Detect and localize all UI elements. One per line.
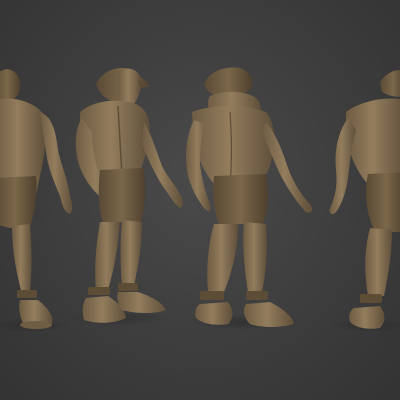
turnaround-canvas — [0, 0, 400, 400]
figure-front-view — [0, 69, 73, 332]
figure-back-view — [186, 67, 313, 330]
figure-three-quarter-front-view — [70, 68, 183, 326]
figure-three-quarter-back-view — [329, 70, 400, 332]
turnaround-svg — [0, 67, 400, 332]
